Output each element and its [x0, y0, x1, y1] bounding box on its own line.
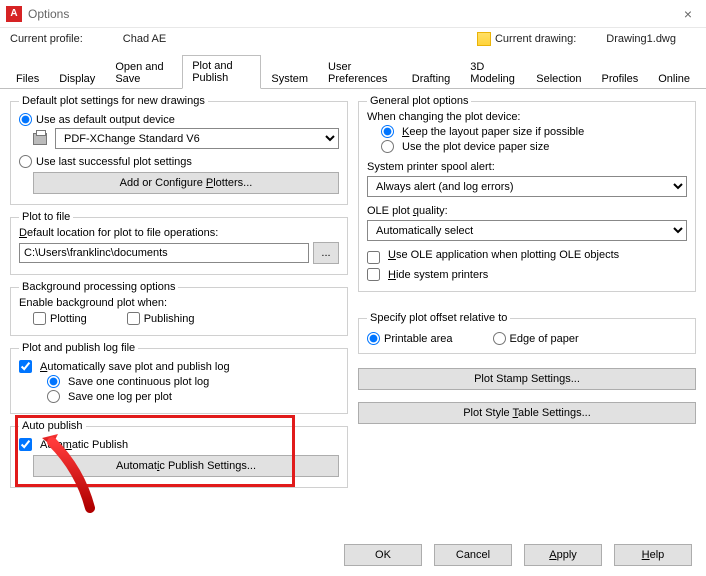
check-bg-plotting-input[interactable]: [33, 312, 46, 325]
check-hide-system-printers[interactable]: Hide system printers: [367, 268, 687, 281]
current-drawing-label: Current drawing:: [495, 33, 576, 45]
tabs: Files Display Open and Save Plot and Pub…: [0, 54, 706, 89]
legend-log: Plot and publish log file: [19, 342, 138, 354]
current-profile-label: Current profile:: [10, 33, 83, 45]
automatic-publish-settings-button[interactable]: Automatic Publish Settings...: [33, 455, 339, 477]
group-log-file: Plot and publish log file Automatically …: [10, 342, 348, 414]
check-automatic-publish-input[interactable]: [19, 438, 32, 451]
radio-one-log-per-plot-input[interactable]: [47, 390, 60, 403]
tab-selection[interactable]: Selection: [526, 68, 591, 89]
default-output-device-select[interactable]: PDF-XChange Standard V6: [55, 128, 339, 149]
close-button[interactable]: ×: [676, 4, 700, 24]
tab-display[interactable]: Display: [49, 68, 105, 89]
help-button[interactable]: Help: [614, 544, 692, 566]
current-profile-value: Chad AE: [123, 33, 166, 45]
tab-profiles[interactable]: Profiles: [592, 68, 649, 89]
profile-bar: Current profile: Chad AE Current drawing…: [0, 28, 706, 54]
legend-offset: Specify plot offset relative to: [367, 312, 510, 324]
tab-open-and-save[interactable]: Open and Save: [105, 56, 182, 89]
group-plot-offset: Specify plot offset relative to Printabl…: [358, 312, 696, 354]
apply-button[interactable]: Apply: [524, 544, 602, 566]
group-auto-publish: Auto publish Automatic Publish Automatic…: [10, 420, 348, 488]
ole-quality-label: OLE plot quality:: [367, 205, 687, 217]
legend-auto-publish: Auto publish: [19, 420, 86, 432]
tab-online[interactable]: Online: [648, 68, 700, 89]
group-background-processing: Background processing options Enable bac…: [10, 281, 348, 336]
radio-one-continuous-log-input[interactable]: [47, 375, 60, 388]
check-auto-save-log[interactable]: Automatically save plot and publish log: [19, 360, 339, 373]
spool-alert-select[interactable]: Always alert (and log errors): [367, 176, 687, 197]
radio-keep-layout-size-input[interactable]: [381, 125, 394, 138]
group-plot-to-file: Plot to file Default location for plot t…: [10, 211, 348, 275]
tab-system[interactable]: System: [261, 68, 318, 89]
radio-printable-area-input[interactable]: [367, 332, 380, 345]
radio-use-device-size-input[interactable]: [381, 140, 394, 153]
ole-quality-select[interactable]: Automatically select: [367, 220, 687, 241]
radio-printable-area[interactable]: Printable area: [367, 332, 453, 345]
legend-default-plot: Default plot settings for new drawings: [19, 95, 208, 107]
radio-edge-of-paper[interactable]: Edge of paper: [493, 332, 579, 345]
legend-plot-to-file: Plot to file: [19, 211, 73, 223]
tab-user-preferences[interactable]: User Preferences: [318, 56, 402, 89]
radio-use-last-plot[interactable]: Use last successful plot settings: [19, 155, 192, 168]
configure-plotters-button[interactable]: Add or Configure Plotters...: [33, 172, 339, 194]
dialog-buttons: OK Cancel Apply Help: [344, 544, 692, 566]
check-bg-publishing-input[interactable]: [127, 312, 140, 325]
tab-3d-modeling[interactable]: 3D Modeling: [460, 56, 526, 89]
browse-path-button[interactable]: ...: [313, 242, 339, 264]
group-default-plot: Default plot settings for new drawings U…: [10, 95, 348, 205]
check-auto-save-log-input[interactable]: [19, 360, 32, 373]
tab-plot-and-publish[interactable]: Plot and Publish: [182, 55, 261, 89]
changing-device-label: When changing the plot device:: [367, 111, 687, 123]
titlebar: A Options ×: [0, 0, 706, 28]
radio-use-default-device[interactable]: Use as default output device: [19, 113, 175, 126]
plot-stamp-settings-button[interactable]: Plot Stamp Settings...: [358, 368, 696, 390]
spool-alert-label: System printer spool alert:: [367, 161, 687, 173]
enable-bg-label: Enable background plot when:: [19, 297, 339, 309]
radio-one-log-per-plot[interactable]: Save one log per plot: [47, 390, 339, 403]
group-general-plot: General plot options When changing the p…: [358, 95, 696, 292]
check-automatic-publish[interactable]: Automatic Publish: [19, 438, 339, 451]
app-icon: A: [6, 6, 22, 22]
radio-use-last-plot-input[interactable]: [19, 155, 32, 168]
radio-edge-of-paper-input[interactable]: [493, 332, 506, 345]
tab-files[interactable]: Files: [6, 68, 49, 89]
drawing-icon: [477, 32, 491, 46]
check-hide-system-printers-input[interactable]: [367, 268, 380, 281]
radio-use-device-size[interactable]: Use the plot device paper size: [381, 140, 687, 153]
check-bg-publishing[interactable]: Publishing: [127, 312, 195, 325]
tab-drafting[interactable]: Drafting: [402, 68, 461, 89]
check-use-ole-app-input[interactable]: [367, 251, 380, 264]
radio-one-continuous-log[interactable]: Save one continuous plot log: [47, 375, 339, 388]
ok-button[interactable]: OK: [344, 544, 422, 566]
plot-style-table-settings-button[interactable]: Plot Style Table Settings...: [358, 402, 696, 424]
legend-background: Background processing options: [19, 281, 178, 293]
printer-icon: [33, 133, 47, 145]
legend-general: General plot options: [367, 95, 471, 107]
current-drawing-value: Drawing1.dwg: [606, 33, 676, 45]
check-use-ole-app[interactable]: Use OLE application when plotting OLE ob…: [367, 249, 687, 264]
cancel-button[interactable]: Cancel: [434, 544, 512, 566]
plot-to-file-label: Default location for plot to file operat…: [19, 227, 339, 239]
window-title: Options: [28, 7, 69, 21]
check-bg-plotting[interactable]: Plotting: [33, 312, 87, 325]
radio-keep-layout-size[interactable]: Keep the layout paper size if possible: [381, 125, 687, 138]
radio-use-default-device-input[interactable]: [19, 113, 32, 126]
plot-to-file-path-input[interactable]: [19, 243, 309, 263]
